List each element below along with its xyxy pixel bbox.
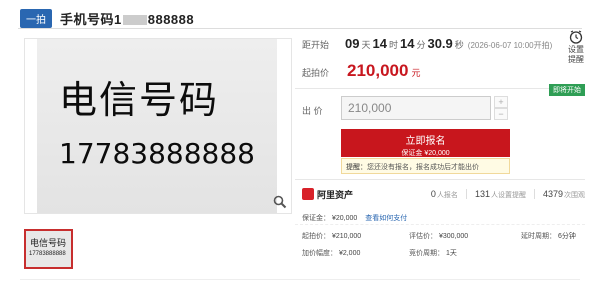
reminder-label-2: 提醒 xyxy=(568,55,584,64)
mosaic-mask xyxy=(122,15,147,26)
signup-tip: 提醒：您还没有报名，报名成功后才能出价 xyxy=(341,158,510,174)
main-photo: 电信号码 17783888888 xyxy=(37,39,277,213)
auction-page: 一拍 手机号码1 888888 电信号码 17783888888 电信号码 177… xyxy=(0,0,600,292)
period-value: 1天 xyxy=(445,250,457,257)
bid-stepper[interactable]: + − xyxy=(494,96,508,120)
start-date: (2026-06-07 10:00开拍) xyxy=(467,41,553,50)
signup-label: 立即报名 xyxy=(405,136,446,147)
reminder-count-label: 人设置提醒 xyxy=(490,191,526,199)
status-badge: 即将开始 xyxy=(549,84,585,96)
step-value: ¥2,000 xyxy=(338,250,361,257)
signup-button[interactable]: 立即报名 保证金 ¥20,000 xyxy=(341,129,510,157)
eval-price-info: 评估价： ¥300,000 xyxy=(409,231,468,241)
reminder-count: 131 xyxy=(474,188,490,199)
delay-label: 延时周期： xyxy=(521,233,556,240)
countdown-days: 09 xyxy=(345,36,360,51)
view-count: 4379 xyxy=(542,188,563,199)
start-info-label: 起拍价： xyxy=(302,233,330,240)
deposit-label: 保证金： xyxy=(302,215,330,222)
delay-value: 6分钟 xyxy=(557,233,576,240)
start-price-unit: 元 xyxy=(411,68,421,78)
title-prefix: 手机号码1 xyxy=(60,11,122,27)
panel-divider xyxy=(295,88,585,89)
minutes-unit: 分 xyxy=(416,40,426,50)
stats-separator xyxy=(465,189,467,199)
info-divider xyxy=(295,224,585,225)
start-price-row: 起拍价 210,000 元 xyxy=(302,61,420,81)
deposit-info: 保证金： ¥20,000 查看如何支付 xyxy=(302,213,407,223)
clock-icon xyxy=(569,30,583,44)
countdown-seconds: 30.9 xyxy=(427,36,453,51)
delay-info: 延时周期： 6分钟 xyxy=(521,231,576,241)
seconds-unit: 秒 xyxy=(454,40,464,50)
auction-round-badge: 一拍 xyxy=(20,8,52,28)
countdown-minutes: 14 xyxy=(399,36,415,51)
signup-count: 0 xyxy=(430,188,436,199)
tip-text: 您还没有报名，报名成功后才能出价 xyxy=(367,164,479,171)
photo-text-line2: 17783888888 xyxy=(59,137,255,170)
header-divider xyxy=(18,28,582,29)
bid-label: 出 价 xyxy=(302,106,323,116)
platform-logo[interactable]: 阿里资产 xyxy=(302,188,353,201)
how-to-pay-link[interactable]: 查看如何支付 xyxy=(365,215,407,222)
panel-divider-2 xyxy=(295,179,585,180)
start-price-value: 210,000 xyxy=(347,61,409,80)
platform-stats: 0 人报名 131 人设置提醒 4379 次围观 xyxy=(423,189,585,200)
tip-prefix: 提醒： xyxy=(346,164,367,171)
platform-name: 阿里资产 xyxy=(317,189,354,200)
set-reminder-button[interactable]: 设置 提醒 xyxy=(562,28,590,65)
period-label: 竞价周期： xyxy=(409,250,444,257)
period-info: 竞价周期： 1天 xyxy=(409,248,457,258)
view-count-label: 次围观 xyxy=(564,191,585,199)
signup-deposit: 保证金 ¥20,000 xyxy=(401,150,450,157)
title-suffix: 888888 xyxy=(147,11,195,27)
eval-value: ¥300,000 xyxy=(438,233,469,240)
deposit-value: ¥20,000 xyxy=(331,215,358,222)
countdown-hours: 14 xyxy=(372,36,387,51)
start-info-value: ¥210,000 xyxy=(331,233,362,240)
days-unit: 天 xyxy=(361,40,371,50)
countdown-row: 距开始 09 天 14 时 14 分 30.9 秒 (2026-06-07 10… xyxy=(302,36,552,51)
image-thumbnail[interactable]: 电信号码 17783888888 xyxy=(24,229,73,269)
bid-input[interactable]: 210,000 xyxy=(341,96,491,120)
zoom-icon[interactable] xyxy=(273,195,287,209)
step-label: 加价幅度： xyxy=(302,250,337,257)
hours-unit: 时 xyxy=(388,40,398,50)
increase-bid-button[interactable]: + xyxy=(494,96,508,108)
step-info: 加价幅度： ¥2,000 xyxy=(302,248,360,258)
decrease-bid-button[interactable]: − xyxy=(494,108,508,120)
start-price-info: 起拍价： ¥210,000 xyxy=(302,231,361,241)
platform-row: 阿里资产 0 人报名 131 人设置提醒 4379 次围观 xyxy=(302,186,585,202)
start-price-label: 起拍价 xyxy=(302,68,330,78)
signup-count-label: 人报名 xyxy=(436,191,458,199)
eval-label: 评估价： xyxy=(409,233,437,240)
ali-logo-icon xyxy=(302,188,314,200)
countdown-label: 距开始 xyxy=(302,40,330,50)
main-image-box[interactable]: 电信号码 17783888888 xyxy=(24,38,292,214)
photo-text-line1: 电信号码 xyxy=(59,78,220,122)
title-bar: 一拍 手机号码1 888888 xyxy=(20,8,194,28)
thumb-text-line1: 电信号码 xyxy=(30,239,67,249)
stats-separator xyxy=(533,189,535,199)
page-title: 手机号码1 888888 xyxy=(60,9,194,28)
reminder-label-1: 设置 xyxy=(568,45,584,54)
thumb-text-line2: 17783888888 xyxy=(29,251,66,257)
bottom-divider xyxy=(20,279,580,280)
